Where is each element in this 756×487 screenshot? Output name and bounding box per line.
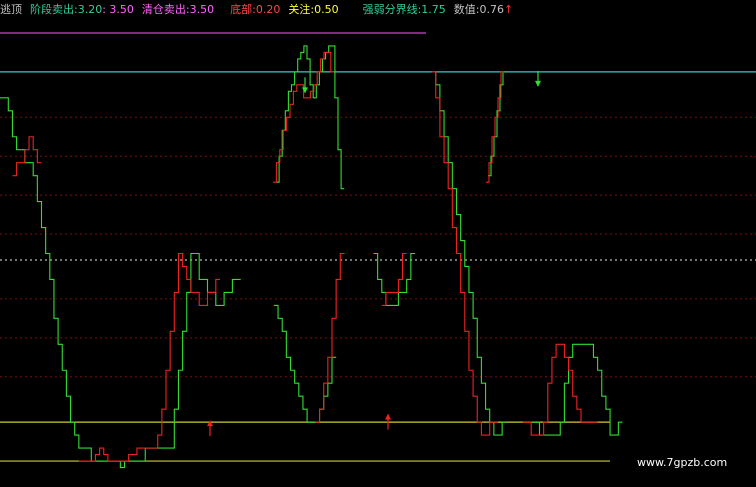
series-line-0 — [0, 71, 623, 469]
down-arrow-head-0 — [302, 87, 308, 94]
series-line-1 — [12, 71, 598, 462]
upper-right-green-line — [488, 71, 506, 177]
up-arrow-head-2 — [207, 420, 213, 427]
watermark: www.7gpzb.com — [637, 456, 728, 469]
upper-right-red-line — [486, 71, 504, 183]
indicator-chart — [0, 32, 756, 469]
up-arrow-head-3 — [385, 413, 391, 420]
down-arrow-head-1 — [535, 80, 541, 87]
